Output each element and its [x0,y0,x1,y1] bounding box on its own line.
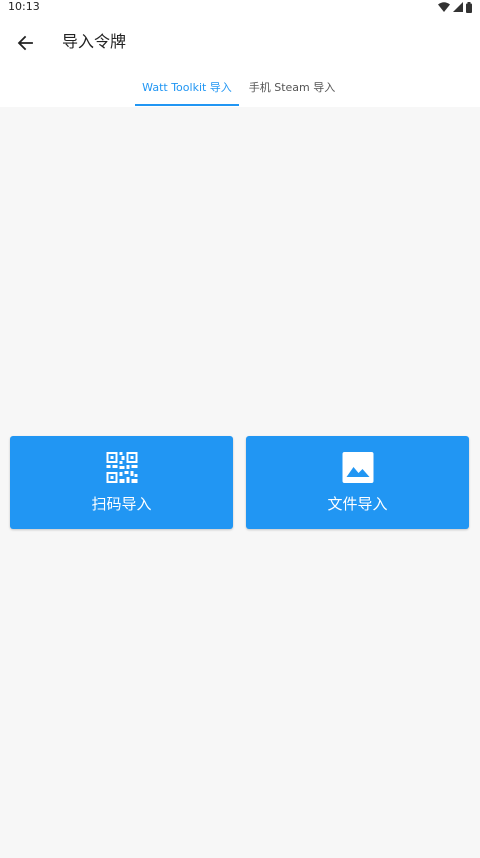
tab-mobile-steam-import[interactable]: 手机 Steam 导入 [243,70,341,106]
wifi-icon [438,2,450,12]
file-import-label: 文件导入 [327,495,388,513]
scan-import-button[interactable]: 扫码导入 [10,436,233,529]
qr-code-icon [106,452,137,483]
arrow-left-icon [17,35,33,51]
app-bar: 导入令牌 [0,14,480,70]
back-button[interactable] [10,28,40,58]
status-icons [438,1,472,13]
file-import-button[interactable]: 文件导入 [246,436,469,529]
status-time: 10:13 [8,0,40,13]
scan-import-label: 扫码导入 [91,495,152,513]
image-icon [342,452,373,483]
signal-icon [453,2,463,12]
tab-watt-toolkit-import[interactable]: Watt Toolkit 导入 [135,70,239,106]
main-content: 扫码导入 文件导入 [0,107,480,858]
tab-bar: Watt Toolkit 导入 手机 Steam 导入 [0,70,480,107]
page-title: 导入令牌 [62,32,127,51]
status-bar: 10:13 [0,0,480,14]
battery-icon [466,1,472,13]
tab-indicator [135,104,239,106]
